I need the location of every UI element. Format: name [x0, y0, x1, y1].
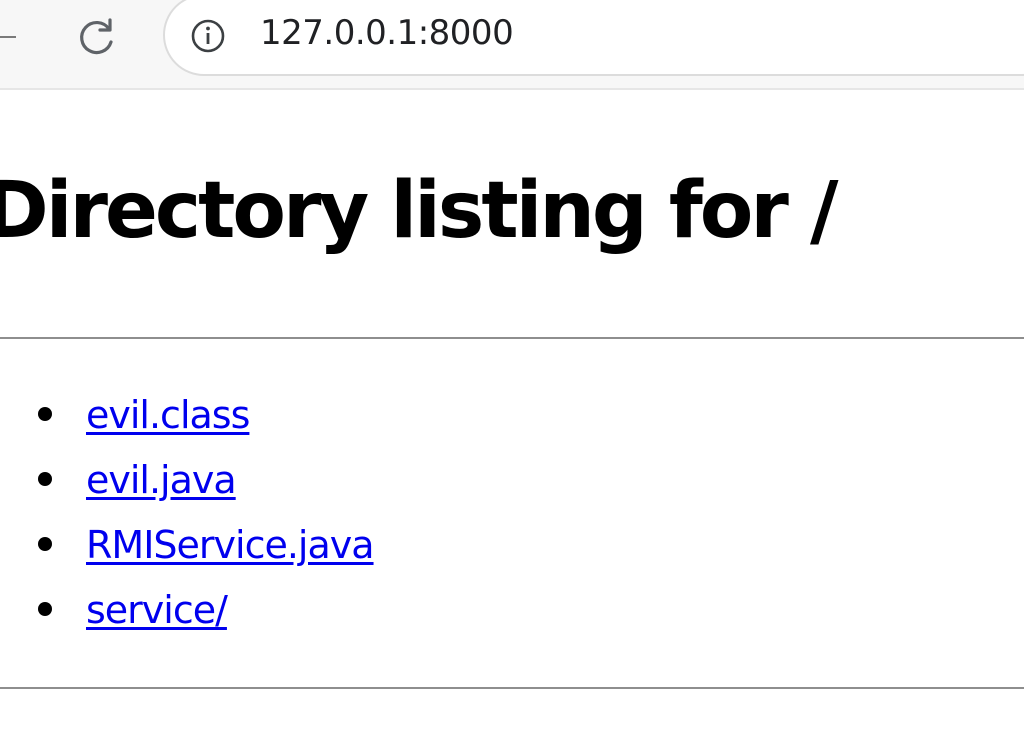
list-item: service/	[0, 580, 374, 645]
file-link-evil-java[interactable]: evil.java	[86, 458, 237, 502]
list-item: RMIService.java	[0, 515, 375, 580]
page-content: Directory listing for / evil.class evil.…	[0, 90, 1024, 733]
browser-toolbar: 127.0.0.1:8000	[0, 0, 1024, 90]
divider-top	[0, 337, 1024, 339]
info-icon[interactable]	[190, 18, 226, 54]
reload-icon	[80, 18, 113, 55]
list-item: evil.java	[0, 450, 374, 515]
file-list: evil.class evil.java RMIService.java ser…	[0, 385, 375, 645]
folder-link-service[interactable]: service/	[86, 588, 228, 632]
bullet-icon	[38, 602, 52, 616]
address-bar[interactable]: 127.0.0.1:8000	[163, 0, 1024, 76]
page-title: Directory listing for /	[0, 166, 838, 256]
reload-button[interactable]	[70, 12, 122, 64]
bullet-icon	[38, 537, 52, 551]
file-link-rmiservice-java[interactable]: RMIService.java	[86, 523, 375, 567]
file-link-evil-class[interactable]: evil.class	[86, 393, 250, 437]
bullet-icon	[38, 407, 52, 421]
bullet-icon	[38, 472, 52, 486]
list-item: evil.class	[0, 385, 374, 450]
back-arrow-icon[interactable]	[0, 36, 16, 38]
divider-bottom	[0, 687, 1024, 689]
url-text[interactable]: 127.0.0.1:8000	[260, 13, 514, 53]
